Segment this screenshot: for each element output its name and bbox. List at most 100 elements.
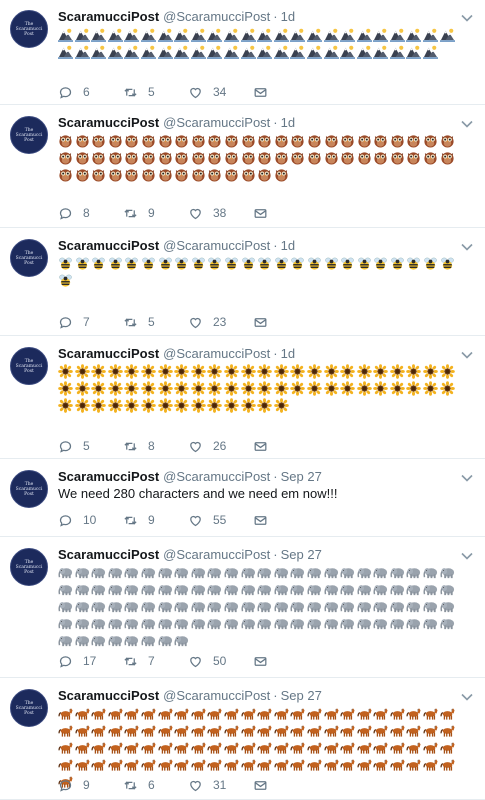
elephant-emoji xyxy=(323,599,339,614)
retweet-button[interactable]: 7 xyxy=(123,654,188,669)
elephant-emoji xyxy=(241,565,256,580)
horse-emoji xyxy=(108,757,123,772)
like-button[interactable]: 31 xyxy=(188,778,253,793)
mountain-snow-emoji xyxy=(323,44,339,59)
tweet[interactable]: The Scaramucci Post ScaramucciPost @Scar… xyxy=(0,538,485,678)
timestamp[interactable]: 1d xyxy=(281,238,295,253)
owl-emoji xyxy=(257,133,272,148)
retweet-button[interactable]: 5 xyxy=(123,315,188,330)
tweet[interactable]: The Scaramucci Post ScaramucciPost @Scar… xyxy=(0,679,485,800)
avatar[interactable]: The Scaramucci Post xyxy=(10,239,48,277)
reply-button[interactable]: 6 xyxy=(58,85,123,100)
like-icon xyxy=(190,515,201,526)
owl-emoji xyxy=(274,167,289,182)
reply-button[interactable]: 8 xyxy=(58,206,123,221)
reply-button[interactable]: 17 xyxy=(58,654,123,669)
sunflower-emoji xyxy=(157,398,173,413)
mountain-snow-emoji xyxy=(190,27,206,42)
user-handle[interactable]: @ScaramucciPost xyxy=(163,346,270,361)
chevron-down-icon[interactable] xyxy=(461,470,473,482)
reply-button[interactable]: 9 xyxy=(58,778,123,793)
display-name[interactable]: ScaramucciPost xyxy=(58,547,159,562)
retweet-button[interactable]: 5 xyxy=(123,85,188,100)
horse-emoji xyxy=(340,723,355,738)
tweet[interactable]: The Scaramucci Post ScaramucciPost @Scar… xyxy=(0,229,485,336)
timestamp[interactable]: 1d xyxy=(281,115,295,130)
display-name[interactable]: ScaramucciPost xyxy=(58,238,159,253)
reply-button[interactable]: 7 xyxy=(58,315,123,330)
direct-message-icon xyxy=(254,208,267,218)
direct-message-button[interactable] xyxy=(253,206,318,221)
user-handle[interactable]: @ScaramucciPost xyxy=(163,469,270,484)
tweet[interactable]: The Scaramucci Post ScaramucciPost @Scar… xyxy=(0,460,485,537)
like-button[interactable]: 26 xyxy=(188,439,253,454)
avatar[interactable]: The Scaramucci Post xyxy=(10,116,48,154)
user-handle[interactable]: @ScaramucciPost xyxy=(163,9,270,24)
avatar[interactable]: The Scaramucci Post xyxy=(10,10,48,48)
sunflower-emoji xyxy=(190,398,206,413)
retweet-button[interactable]: 6 xyxy=(123,778,188,793)
horse-emoji xyxy=(290,740,305,755)
chevron-down-icon[interactable] xyxy=(461,116,473,128)
sunflower-emoji xyxy=(224,364,239,379)
like-button[interactable]: 38 xyxy=(188,206,253,221)
reply-count: 7 xyxy=(83,315,90,329)
timestamp[interactable]: Sep 27 xyxy=(281,688,322,703)
avatar[interactable]: The Scaramucci Post xyxy=(10,347,48,385)
display-name[interactable]: ScaramucciPost xyxy=(58,9,159,24)
timestamp[interactable]: Sep 27 xyxy=(281,469,322,484)
direct-message-button[interactable] xyxy=(253,654,318,669)
elephant-emoji xyxy=(158,616,173,631)
mountain-snow-emoji xyxy=(174,44,190,59)
chevron-down-icon[interactable] xyxy=(461,239,473,251)
chevron-down-icon[interactable] xyxy=(461,548,473,560)
direct-message-button[interactable] xyxy=(253,439,318,454)
direct-message-button[interactable] xyxy=(253,513,318,528)
elephant-emoji xyxy=(58,616,73,631)
tweet[interactable]: The Scaramucci Post ScaramucciPost @Scar… xyxy=(0,106,485,228)
avatar[interactable]: The Scaramucci Post xyxy=(10,689,48,727)
reply-button[interactable]: 10 xyxy=(58,513,123,528)
horse-emoji xyxy=(406,757,421,772)
tweet[interactable]: The Scaramucci Post ScaramucciPost @Scar… xyxy=(0,337,485,459)
avatar[interactable]: The Scaramucci Post xyxy=(10,548,48,586)
display-name[interactable]: ScaramucciPost xyxy=(58,115,159,130)
retweet-button[interactable]: 9 xyxy=(123,513,188,528)
timestamp[interactable]: 1d xyxy=(281,9,295,24)
display-name[interactable]: ScaramucciPost xyxy=(58,688,159,703)
display-name[interactable]: ScaramucciPost xyxy=(58,469,159,484)
separator: · xyxy=(273,8,278,24)
separator: · xyxy=(273,687,278,703)
elephant-emoji xyxy=(423,582,438,597)
owl-emoji xyxy=(174,133,189,148)
retweet-button[interactable]: 8 xyxy=(123,439,188,454)
user-handle[interactable]: @ScaramucciPost xyxy=(163,688,270,703)
user-handle[interactable]: @ScaramucciPost xyxy=(163,115,270,130)
horse-emoji xyxy=(91,706,106,721)
horse-emoji xyxy=(357,740,372,755)
timestamp[interactable]: Sep 27 xyxy=(281,547,322,562)
direct-message-button[interactable] xyxy=(253,85,318,100)
tweet[interactable]: The Scaramucci Post ScaramucciPost @Scar… xyxy=(0,0,485,105)
display-name[interactable]: ScaramucciPost xyxy=(58,346,159,361)
chevron-down-icon[interactable] xyxy=(461,10,473,22)
retweet-button[interactable]: 9 xyxy=(123,206,188,221)
chevron-down-icon[interactable] xyxy=(461,347,473,359)
like-count: 31 xyxy=(213,778,227,792)
like-button[interactable]: 50 xyxy=(188,654,253,669)
like-button[interactable]: 34 xyxy=(188,85,253,100)
horse-emoji xyxy=(158,706,173,721)
user-handle[interactable]: @ScaramucciPost xyxy=(163,238,270,253)
timestamp[interactable]: 1d xyxy=(281,346,295,361)
direct-message-button[interactable] xyxy=(253,315,318,330)
user-handle[interactable]: @ScaramucciPost xyxy=(163,547,270,562)
reply-button[interactable]: 5 xyxy=(58,439,123,454)
emoji-row xyxy=(58,706,468,722)
owl-emoji xyxy=(373,133,388,148)
avatar[interactable]: The Scaramucci Post xyxy=(10,470,48,508)
like-button[interactable]: 23 xyxy=(188,315,253,330)
retweet-count: 5 xyxy=(148,315,155,329)
chevron-down-icon[interactable] xyxy=(461,689,473,701)
like-button[interactable]: 55 xyxy=(188,513,253,528)
direct-message-button[interactable] xyxy=(253,778,318,793)
